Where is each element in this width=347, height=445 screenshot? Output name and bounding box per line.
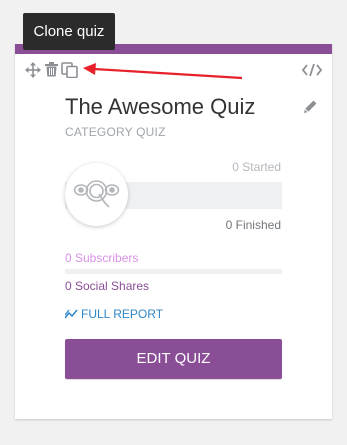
finished-count: 0 Finished	[225, 218, 281, 232]
clone-quiz-tooltip: Clone quiz	[23, 13, 115, 50]
move-icon[interactable]	[25, 62, 41, 78]
code-icon[interactable]	[302, 63, 322, 77]
annotation-arrow	[83, 63, 243, 80]
trash-icon[interactable]	[45, 62, 58, 77]
social-shares-count: 0 Social Shares	[65, 279, 150, 293]
quiz-category: CATEGORY QUIZ	[65, 125, 166, 139]
full-report-link[interactable]: FULL REPORT	[65, 307, 163, 321]
edit-quiz-button[interactable]: EDIT QUIZ	[65, 339, 282, 379]
started-count: 0 Started	[232, 160, 281, 174]
quiz-title: The Awesome Quiz	[65, 94, 256, 119]
chart-trend-icon	[65, 309, 78, 319]
subscribers-count: 0 Subscribers	[65, 251, 139, 265]
full-report-label: FULL REPORT	[81, 307, 164, 321]
subscribers-progress-bar	[65, 269, 282, 274]
quiz-logo-icon	[65, 163, 128, 226]
pencil-icon[interactable]	[303, 99, 318, 114]
clone-icon[interactable]	[61, 62, 78, 78]
